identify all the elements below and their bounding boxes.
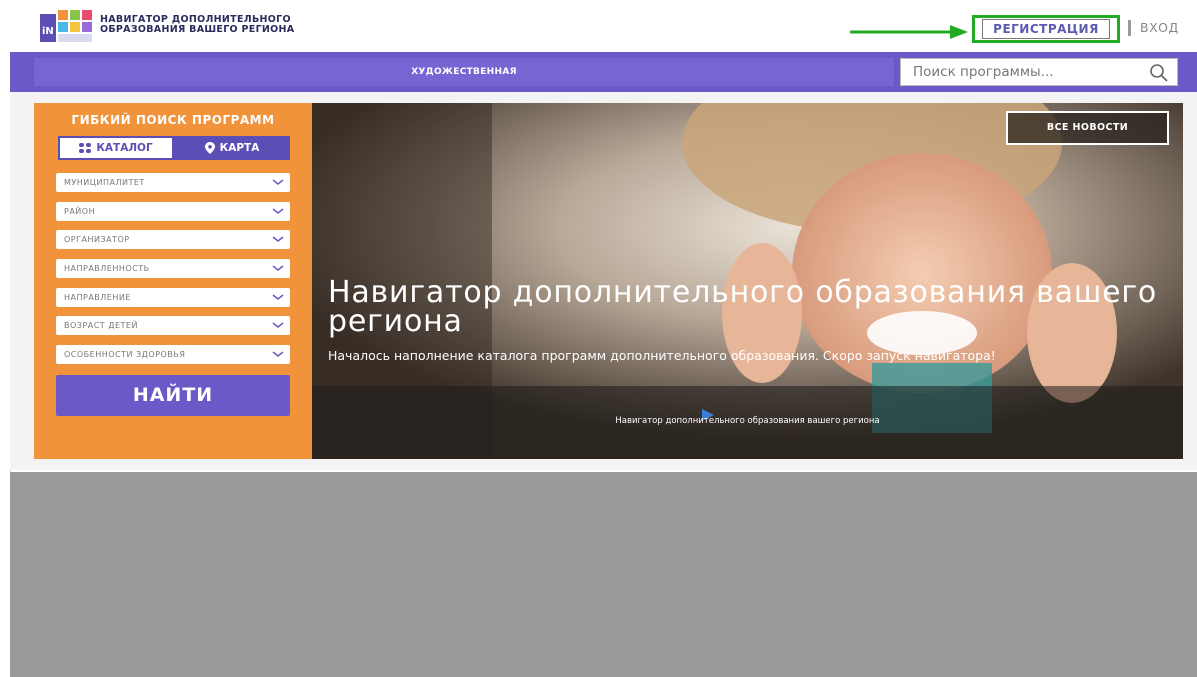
logo-icon: iN bbox=[40, 10, 92, 42]
site-title-line2: ОБРАЗОВАНИЯ ВАШЕГО РЕГИОНА bbox=[100, 24, 295, 35]
logo[interactable]: iN bbox=[40, 10, 98, 44]
select-organizer[interactable]: ОРГАНИЗАТОР bbox=[56, 230, 290, 249]
hero-banner[interactable]: ВСЕ НОВОСТИ Навигатор дополнительного об… bbox=[312, 103, 1183, 459]
arrow-right-icon bbox=[850, 25, 968, 39]
search-icon[interactable] bbox=[1149, 63, 1169, 83]
site-title: НАВИГАТОР ДОПОЛНИТЕЛЬНОГО ОБРАЗОВАНИЯ ВА… bbox=[100, 15, 294, 35]
select-focus[interactable]: НАПРАВЛЕННОСТЬ bbox=[56, 259, 290, 278]
search-box bbox=[900, 58, 1178, 86]
select-label: РАЙОН bbox=[64, 207, 96, 216]
chevron-down-icon bbox=[272, 351, 284, 357]
select-district[interactable]: РАЙОН bbox=[56, 202, 290, 221]
chevron-down-icon bbox=[272, 265, 284, 271]
select-municipality[interactable]: МУНИЦИПАЛИТЕТ bbox=[56, 173, 290, 192]
hero-subtitle: Началось наполнение каталога программ до… bbox=[328, 348, 996, 363]
tab-map[interactable]: КАРТА bbox=[174, 136, 290, 160]
map-pin-icon bbox=[204, 142, 215, 154]
select-label: НАПРАВЛЕННОСТЬ bbox=[64, 264, 150, 273]
svg-text:iN: iN bbox=[42, 26, 54, 37]
empty-content-area bbox=[10, 472, 1197, 677]
header: iN НАВИГАТОР ДОПОЛНИТЕЛЬНОГО ОБРАЗОВАНИЯ… bbox=[10, 0, 1197, 52]
chevron-down-icon bbox=[272, 179, 284, 185]
category-link[interactable]: ХУДОЖЕСТВЕННАЯ bbox=[34, 58, 894, 86]
tab-map-label: КАРТА bbox=[219, 142, 260, 154]
select-age[interactable]: ВОЗРАСТ ДЕТЕЙ bbox=[56, 316, 290, 335]
find-button[interactable]: НАЙТИ bbox=[56, 375, 290, 416]
filter-panel: ГИБКИЙ ПОИСК ПРОГРАММ КАТАЛОГ КАРТА МУНИ… bbox=[34, 103, 312, 459]
tab-catalog[interactable]: КАТАЛОГ bbox=[58, 136, 174, 160]
select-label: НАПРАВЛЕНИЕ bbox=[64, 293, 131, 302]
select-label: ОСОБЕННОСТИ ЗДОРОВЬЯ bbox=[64, 350, 186, 359]
select-label: ОРГАНИЗАТОР bbox=[64, 235, 130, 244]
register-button[interactable]: РЕГИСТРАЦИЯ bbox=[972, 15, 1120, 43]
select-health[interactable]: ОСОБЕННОСТИ ЗДОРОВЬЯ bbox=[56, 345, 290, 364]
filter-title: ГИБКИЙ ПОИСК ПРОГРАММ bbox=[71, 113, 275, 127]
chevron-down-icon bbox=[272, 236, 284, 242]
hero-title: Навигатор дополнительного образования ва… bbox=[328, 275, 1158, 339]
all-news-button[interactable]: ВСЕ НОВОСТИ bbox=[1006, 111, 1169, 145]
chevron-down-icon bbox=[272, 294, 284, 300]
view-tabs: КАТАЛОГ КАРТА bbox=[58, 136, 290, 160]
register-label: РЕГИСТРАЦИЯ bbox=[982, 19, 1110, 39]
select-label: МУНИЦИПАЛИТЕТ bbox=[64, 178, 145, 187]
login-link[interactable]: ВХОД bbox=[1140, 20, 1179, 35]
select-label: ВОЗРАСТ ДЕТЕЙ bbox=[64, 321, 138, 330]
header-divider bbox=[1128, 20, 1131, 36]
tab-catalog-label: КАТАЛОГ bbox=[96, 142, 153, 154]
search-input[interactable] bbox=[901, 59, 1141, 85]
select-direction[interactable]: НАПРАВЛЕНИЕ bbox=[56, 288, 290, 307]
chevron-down-icon bbox=[272, 322, 284, 328]
chevron-down-icon bbox=[272, 208, 284, 214]
grid-icon bbox=[79, 143, 92, 153]
hero-caption[interactable]: Навигатор дополнительного образования ва… bbox=[312, 416, 1183, 426]
